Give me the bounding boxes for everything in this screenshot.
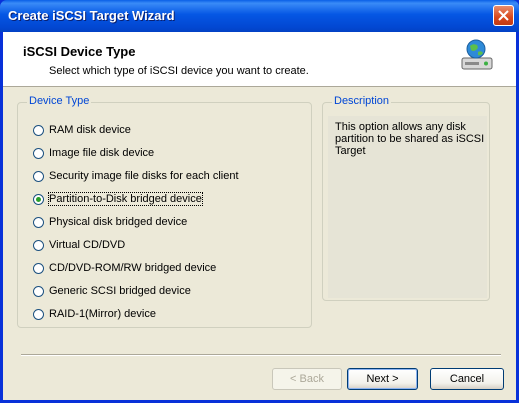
back-button[interactable]: < Back (272, 368, 342, 390)
device-type-option[interactable]: Security image file disks for each clien… (33, 168, 239, 184)
page-subtitle: Select which type of iSCSI device you wa… (49, 65, 309, 77)
device-type-legend: Device Type (27, 95, 92, 107)
cancel-button[interactable]: Cancel (430, 368, 504, 390)
device-type-option-label: Image file disk device (49, 147, 155, 159)
device-type-option[interactable]: Image file disk device (33, 145, 154, 161)
device-type-option[interactable]: Generic SCSI bridged device (33, 283, 191, 299)
radio-button[interactable] (33, 262, 44, 274)
device-type-option-label: Generic SCSI bridged device (49, 285, 191, 297)
device-type-option[interactable]: CD/DVD-ROM/RW bridged device (33, 260, 216, 276)
radio-selected[interactable] (33, 193, 44, 205)
wizard-header: iSCSI Device Type Select which type of i… (3, 32, 516, 87)
description-legend: Description (332, 95, 392, 107)
device-type-group: Device Type RAM disk device Image file di… (17, 95, 312, 328)
radio-button[interactable] (33, 147, 44, 159)
next-button[interactable]: Next > (347, 368, 418, 390)
device-type-option[interactable]: Partition-to-Disk bridged device (33, 191, 203, 207)
separator (21, 354, 501, 356)
radio-button[interactable] (33, 308, 44, 320)
close-icon (498, 10, 509, 21)
device-type-option-label: Physical disk bridged device (49, 216, 188, 228)
device-type-option[interactable]: Physical disk bridged device (33, 214, 187, 230)
radio-button[interactable] (33, 285, 44, 297)
device-type-option-label: Security image file disks for each clien… (49, 170, 239, 182)
device-type-option[interactable]: RAM disk device (33, 122, 131, 138)
device-type-option-label: Virtual CD/DVD (49, 239, 126, 251)
network-disk-icon (461, 39, 493, 70)
device-type-option[interactable]: RAID-1(Mirror) device (33, 306, 156, 322)
window-title: Create iSCSI Target Wizard (8, 8, 175, 23)
close-button[interactable] (493, 5, 514, 26)
device-type-option-label: RAM disk device (49, 124, 131, 136)
device-type-option-label: CD/DVD-ROM/RW bridged device (49, 262, 217, 274)
radio-button[interactable] (33, 124, 44, 136)
device-type-option[interactable]: Virtual CD/DVD (33, 237, 125, 253)
description-panel: This option allows any disk partition to… (328, 116, 487, 298)
radio-button[interactable] (33, 170, 44, 182)
wizard-body: iSCSI Device Type Select which type of i… (3, 32, 516, 400)
page-title: iSCSI Device Type (23, 44, 136, 59)
device-type-option-label: RAID-1(Mirror) device (49, 308, 156, 320)
radio-button[interactable] (33, 216, 44, 228)
radio-button[interactable] (33, 239, 44, 251)
description-group: Description This option allows any disk … (322, 95, 490, 301)
description-text: This option allows any disk partition to… (335, 121, 485, 157)
title-bar[interactable]: Create iSCSI Target Wizard (0, 0, 519, 32)
wizard-window: Create iSCSI Target Wizard iSCSI Device … (0, 0, 519, 403)
device-type-option-label: Partition-to-Disk bridged device (48, 192, 203, 206)
